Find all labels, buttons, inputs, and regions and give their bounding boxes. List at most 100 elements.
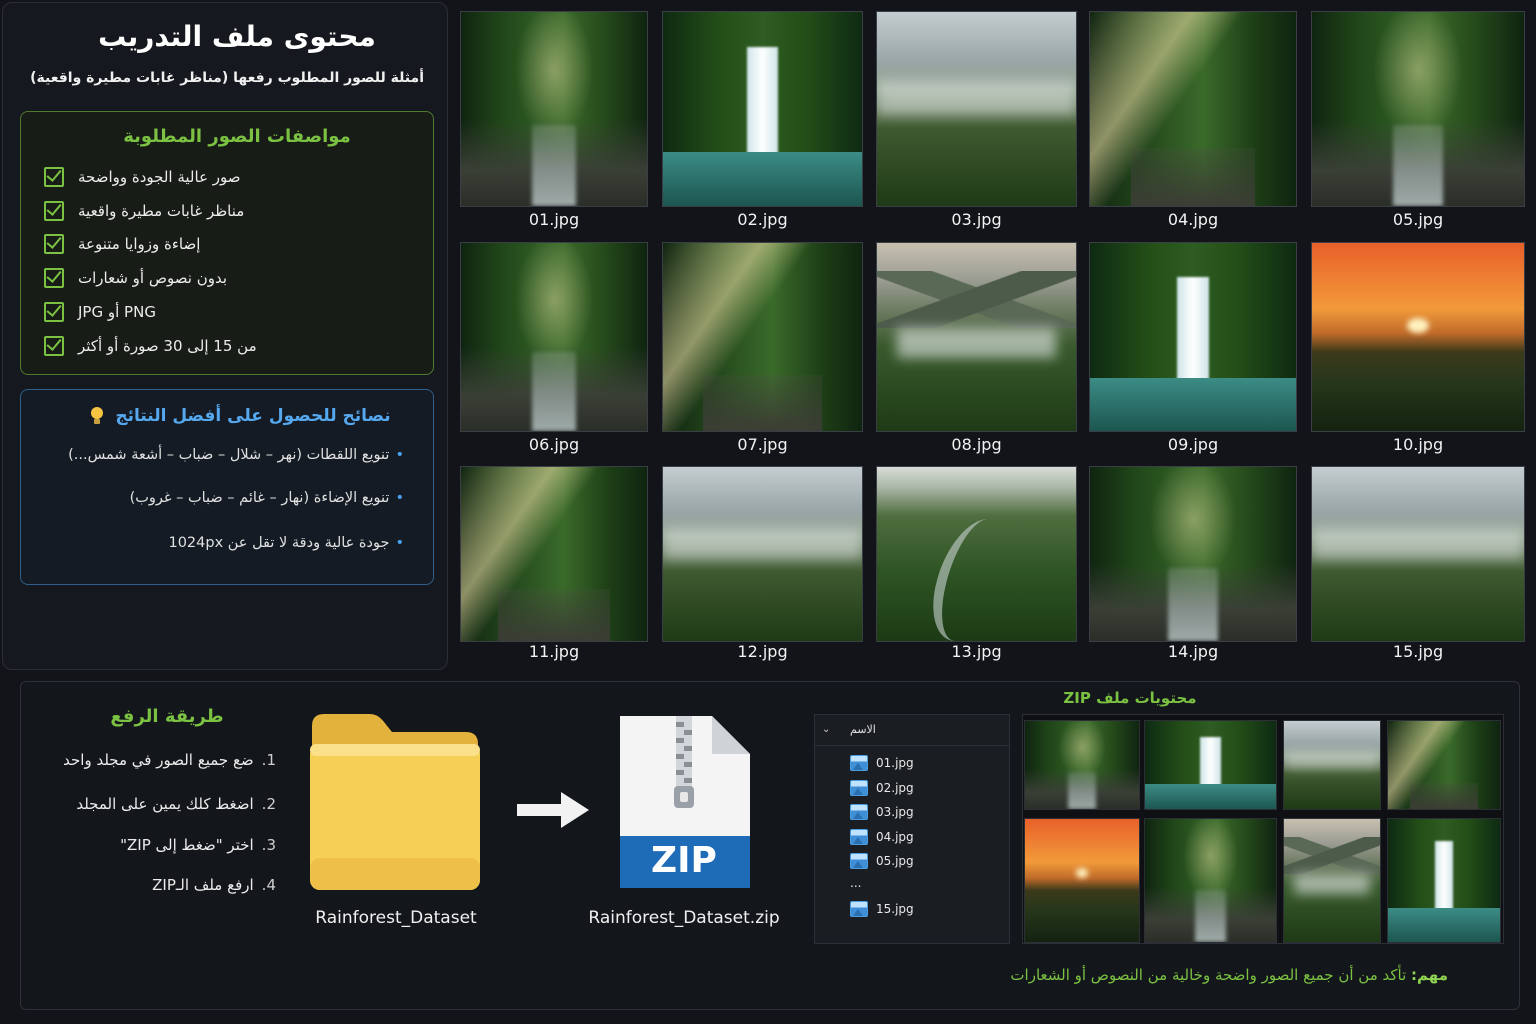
gallery-thumbnail[interactable] bbox=[1089, 466, 1297, 642]
mosaic-thumbnail bbox=[1387, 818, 1501, 943]
rainforest-photo bbox=[1145, 819, 1276, 942]
rainforest-photo bbox=[1025, 819, 1139, 942]
thumbnail-filename: 13.jpg bbox=[951, 642, 1002, 661]
file-name: 05.jpg bbox=[876, 854, 914, 868]
mosaic-thumbnail bbox=[1387, 720, 1501, 810]
rainforest-photo bbox=[663, 243, 862, 431]
thumbnail-filename: 09.jpg bbox=[1167, 435, 1219, 454]
image-file-icon bbox=[850, 901, 868, 917]
step-text: اضغط كلك يمين على المجلد bbox=[76, 795, 254, 813]
zip-label: Rainforest_Dataset.zip bbox=[588, 908, 780, 928]
file-name: 04.jpg bbox=[876, 830, 914, 844]
tip-text: تنويع الإضاءة (نهار – غائم – ضباب – غروب… bbox=[129, 490, 390, 506]
gallery-thumbnail[interactable] bbox=[1089, 242, 1297, 432]
image-file-icon bbox=[850, 829, 868, 845]
upload-step: 1. ضع جميع الصور في مجلد واحد bbox=[30, 751, 276, 769]
gallery-thumbnail[interactable] bbox=[876, 242, 1077, 432]
gallery-thumbnail[interactable] bbox=[662, 242, 863, 432]
file-row[interactable]: 04.jpg bbox=[850, 827, 914, 847]
thumbnail-filename: 04.jpg bbox=[1167, 210, 1219, 229]
page-title: محتوى ملف التدريب bbox=[98, 20, 376, 53]
checkbox-checked-icon bbox=[44, 201, 64, 221]
file-name: 01.jpg bbox=[876, 756, 914, 770]
thumbnail-filename: 06.jpg bbox=[528, 435, 580, 454]
important-note: مهم: تأكد من أن جميع الصور واضحة وخالية … bbox=[700, 966, 1448, 984]
rainforest-photo bbox=[1284, 819, 1380, 942]
file-row[interactable]: 01.jpg bbox=[850, 753, 914, 773]
gallery-thumbnail[interactable] bbox=[460, 466, 648, 642]
spec-text: PNG أو JPG bbox=[78, 303, 156, 321]
bullet-icon: • bbox=[395, 447, 404, 463]
thumbnail-filename: 08.jpg bbox=[951, 435, 1002, 454]
tips-title-text: نصائح للحصول على أفضل النتائج bbox=[115, 406, 391, 426]
checkbox-checked-icon bbox=[44, 234, 64, 254]
mosaic-thumbnail bbox=[1024, 720, 1140, 810]
step-text: اختر "ضغط إلى ZIP" bbox=[120, 836, 254, 854]
gallery-thumbnail[interactable] bbox=[1089, 11, 1297, 207]
step-number: 4. bbox=[261, 876, 276, 894]
zip-contents-title: محتويات ملف ZIP bbox=[1063, 689, 1197, 707]
gallery-thumbnail[interactable] bbox=[876, 466, 1077, 642]
step-number: 2. bbox=[261, 795, 276, 813]
thumbnail-filename: 14.jpg bbox=[1167, 642, 1219, 661]
thumbnail-filename: 07.jpg bbox=[737, 435, 788, 454]
column-name-header[interactable]: الاسم bbox=[850, 723, 876, 736]
tip-item: • تنويع الإضاءة (نهار – غائم – ضباب – غرو… bbox=[36, 490, 404, 506]
gallery-thumbnail[interactable] bbox=[1311, 242, 1525, 432]
spec-item: بدون نصوص أو شعارات bbox=[44, 265, 424, 291]
file-row[interactable]: 02.jpg bbox=[850, 778, 914, 798]
rainforest-photo bbox=[1090, 467, 1296, 641]
mosaic-thumbnail bbox=[1144, 818, 1277, 943]
rainforest-photo bbox=[663, 12, 862, 206]
lightbulb-icon bbox=[89, 407, 105, 425]
thumbnail-filename: 02.jpg bbox=[737, 210, 788, 229]
rainforest-photo bbox=[1090, 12, 1296, 206]
gallery-thumbnail[interactable] bbox=[876, 11, 1077, 207]
spec-item: من 15 إلى 30 صورة أو أكثر bbox=[44, 333, 424, 359]
gallery-thumbnail[interactable] bbox=[1311, 466, 1525, 642]
gallery-thumbnail[interactable] bbox=[1311, 11, 1525, 207]
gallery-thumbnail[interactable] bbox=[460, 11, 648, 207]
thumbnail-filename: 11.jpg bbox=[528, 642, 580, 661]
rainforest-photo bbox=[461, 467, 647, 641]
more-files-ellipsis: ... bbox=[850, 876, 862, 890]
checkbox-checked-icon bbox=[44, 336, 64, 356]
note-text: تأكد من أن جميع الصور واضحة وخالية من ال… bbox=[1010, 966, 1407, 984]
rainforest-photo bbox=[461, 243, 647, 431]
file-row[interactable]: 03.jpg bbox=[850, 802, 914, 822]
image-file-icon bbox=[850, 755, 868, 771]
file-name: 03.jpg bbox=[876, 805, 914, 819]
folder-icon[interactable] bbox=[306, 708, 482, 892]
spec-item: صور عالية الجودة وواضحة bbox=[44, 164, 424, 190]
checkbox-checked-icon bbox=[44, 167, 64, 187]
specs-title: مواصفات الصور المطلوبة bbox=[123, 126, 351, 147]
chevron-down-icon[interactable]: ⌄ bbox=[822, 724, 830, 735]
page-subtitle: أمثلة للصور المطلوب رفعها (مناظر غابات م… bbox=[30, 70, 424, 86]
thumbnail-filename: 15.jpg bbox=[1392, 642, 1444, 661]
rainforest-photo bbox=[1388, 819, 1500, 942]
file-row[interactable]: 15.jpg bbox=[850, 899, 914, 919]
image-file-icon bbox=[850, 853, 868, 869]
tips-title: نصائح للحصول على أفضل النتائج bbox=[50, 406, 430, 426]
gallery-thumbnail[interactable] bbox=[662, 466, 863, 642]
rainforest-photo bbox=[1312, 243, 1524, 431]
tip-item: • جودة عالية ودقة لا تقل عن 1024px bbox=[36, 535, 404, 551]
bullet-icon: • bbox=[395, 490, 404, 506]
rainforest-photo bbox=[1145, 721, 1276, 809]
step-text: ضع جميع الصور في مجلد واحد bbox=[63, 751, 254, 769]
image-file-icon bbox=[850, 804, 868, 820]
thumbnail-filename: 01.jpg bbox=[528, 210, 580, 229]
spec-text: من 15 إلى 30 صورة أو أكثر bbox=[78, 337, 257, 355]
spec-item: PNG أو JPG bbox=[44, 299, 424, 325]
rainforest-photo bbox=[1388, 721, 1500, 809]
rainforest-photo bbox=[1090, 243, 1296, 431]
gallery-thumbnail[interactable] bbox=[662, 11, 863, 207]
rainforest-photo bbox=[877, 243, 1076, 431]
checkbox-checked-icon bbox=[44, 302, 64, 322]
upload-step: 2. اضغط كلك يمين على المجلد bbox=[30, 795, 276, 813]
file-row[interactable]: 05.jpg bbox=[850, 851, 914, 871]
gallery-thumbnail[interactable] bbox=[460, 242, 648, 432]
rainforest-photo bbox=[1284, 721, 1380, 809]
arrow-right-icon bbox=[517, 792, 589, 828]
image-file-icon bbox=[850, 780, 868, 796]
